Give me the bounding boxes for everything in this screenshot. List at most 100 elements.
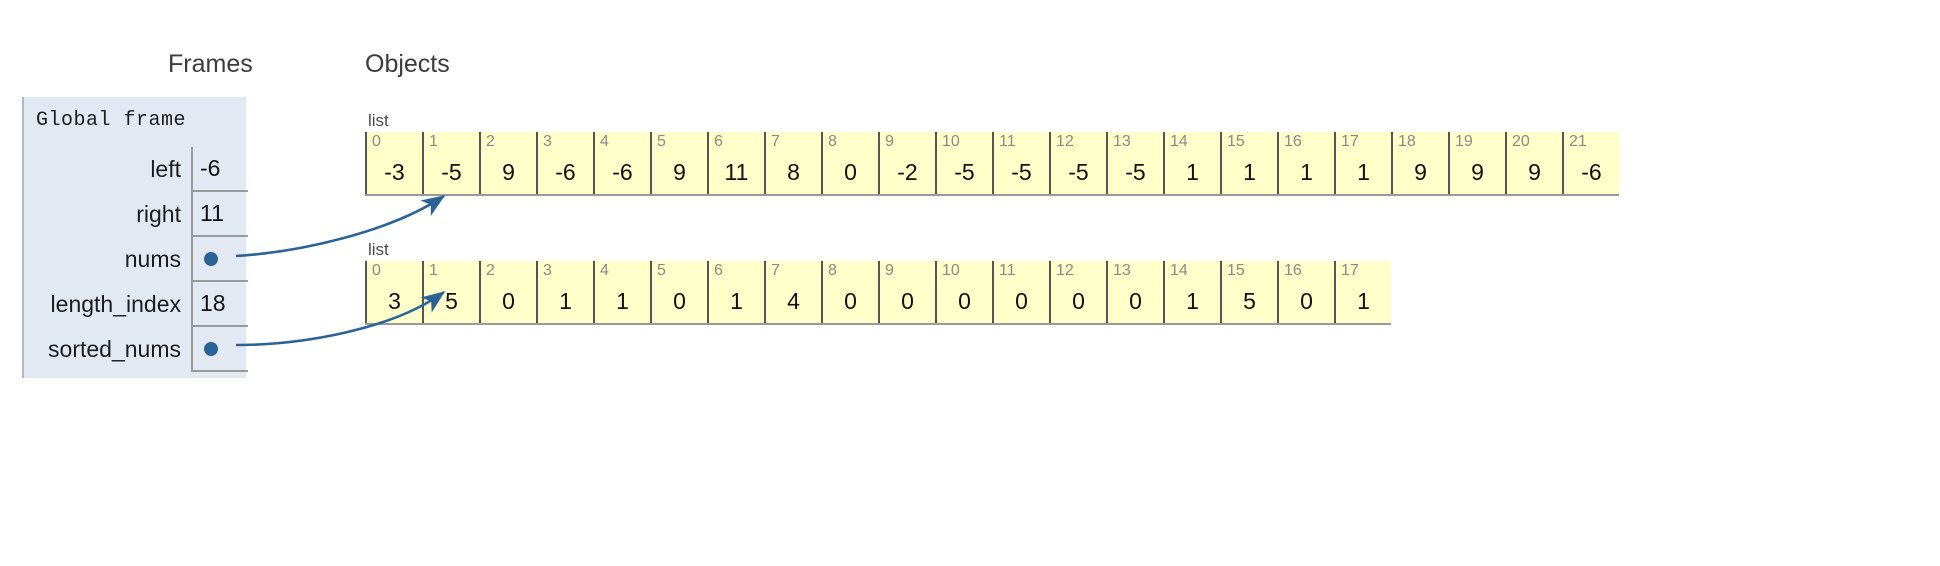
list-cell: 74 xyxy=(764,261,821,323)
list-cell-index: 9 xyxy=(885,133,894,150)
list-type-label: list xyxy=(368,240,389,259)
pointer-dot-icon xyxy=(204,341,218,356)
list-cell-value: -3 xyxy=(384,159,405,185)
list-cell-index: 17 xyxy=(1341,133,1359,150)
list-cell-index: 9 xyxy=(885,262,894,279)
list-cell-value: -5 xyxy=(1125,159,1146,185)
list-cell: 31 xyxy=(536,261,593,323)
list-cell-index: 21 xyxy=(1569,133,1587,150)
list-cell-value: 1 xyxy=(1357,159,1370,185)
list-cell-value: 1 xyxy=(1300,159,1313,185)
frame-title: Global frame xyxy=(36,109,187,132)
list-cell: 13 -5 xyxy=(1106,132,1163,194)
list-cell: 10 -5 xyxy=(935,132,992,194)
list-cell-index: 7 xyxy=(771,133,780,150)
list-cell: 78 xyxy=(764,132,821,194)
list-object: list 0 3 1 5 2 0 3 1 4 1 5 0 6 1 7 4 8 0 9 0 10 0 11 0 12 0 13 0 14 1 1… xyxy=(365,241,1391,325)
list-cell-index: 14 xyxy=(1170,262,1188,279)
list-cell-index: 2 xyxy=(486,133,495,150)
list-cell: 15 1 xyxy=(1220,132,1277,194)
list-object: list 0 -3 1 -5 2 9 3 -6 4 -6 5 9 6 11 7 8 8 0 9 -2 10 -5 11 -5 12… xyxy=(365,112,1619,196)
list-type-label: list xyxy=(368,111,389,130)
list-cell-value: 0 xyxy=(1015,288,1028,314)
list-cell-value: -5 xyxy=(1068,159,1089,185)
list-cell-value: 11 xyxy=(724,159,749,185)
frame-variable-row: length_index 18 xyxy=(24,282,248,327)
variable-name: right xyxy=(136,201,181,227)
variable-name: length_index xyxy=(50,291,181,317)
list-cell-row: 0 -3 1 -5 2 9 3 -6 4 -6 5 9 6 11 7 8 8 0 9 -2 10 -5 11 -5 12 -5 13… xyxy=(365,132,1619,196)
list-cell-value: 9 xyxy=(1471,159,1484,185)
list-cell-index: 17 xyxy=(1341,262,1359,279)
list-cell: 15 5 xyxy=(1220,261,1277,323)
frame-variable-row: nums xyxy=(24,237,248,282)
list-cell-index: 18 xyxy=(1398,133,1416,150)
list-cell: 90 xyxy=(878,261,935,323)
list-cell: 12 -5 xyxy=(1049,132,1106,194)
list-cell-value: 1 xyxy=(1186,159,1199,185)
list-cell-value: 0 xyxy=(502,288,515,314)
list-cell: 18 9 xyxy=(1391,132,1448,194)
list-cell: 0 -3 xyxy=(365,132,422,194)
list-cell: 14 1 xyxy=(1163,132,1220,194)
list-cell-index: 3 xyxy=(543,133,552,150)
list-cell-index: 13 xyxy=(1113,262,1131,279)
list-cell-index: 1 xyxy=(429,133,438,150)
variable-name: left xyxy=(150,156,181,182)
list-cell-value: 1 xyxy=(1357,288,1370,314)
list-cell-value: 4 xyxy=(787,288,800,314)
frame-variable-table: left -6 right 11 nums length_index 18 sorted_nu… xyxy=(24,147,248,372)
list-cell: 11 -5 xyxy=(992,132,1049,194)
list-cell: 19 9 xyxy=(1448,132,1505,194)
list-cell-index: 6 xyxy=(714,262,723,279)
list-cell-index: 0 xyxy=(372,262,381,279)
list-cell-value: -5 xyxy=(441,159,462,185)
list-cell-index: 8 xyxy=(828,133,837,150)
list-cell: 21 -6 xyxy=(1562,132,1619,194)
variable-name: nums xyxy=(124,246,181,272)
list-cell: 3 -6 xyxy=(536,132,593,194)
list-cell-index: 15 xyxy=(1227,262,1245,279)
list-cell-value: -6 xyxy=(1581,159,1602,185)
list-cell-index: 20 xyxy=(1512,133,1530,150)
list-cell: 13 0 xyxy=(1106,261,1163,323)
list-cell-value: 0 xyxy=(673,288,686,314)
list-cell-value: 1 xyxy=(616,288,629,314)
list-cell: 29 xyxy=(479,132,536,194)
list-cell: 80 xyxy=(821,132,878,194)
list-cell: 03 xyxy=(365,261,422,323)
list-cell: 16 1 xyxy=(1277,132,1334,194)
list-cell: 16 0 xyxy=(1277,261,1334,323)
list-cell-index: 0 xyxy=(372,133,381,150)
list-cell-index: 3 xyxy=(543,262,552,279)
variable-value: 11 xyxy=(200,200,224,226)
list-cell: 14 1 xyxy=(1163,261,1220,323)
list-cell-value: 5 xyxy=(1243,288,1256,314)
list-cell: 11 0 xyxy=(992,261,1049,323)
list-cell: 80 xyxy=(821,261,878,323)
list-cell: 20 9 xyxy=(1505,132,1562,194)
list-cell-value: 1 xyxy=(1186,288,1199,314)
frame-variable-row: sorted_nums xyxy=(24,327,248,372)
list-cell-index: 14 xyxy=(1170,133,1188,150)
frame-variable-row: right 11 xyxy=(24,192,248,237)
list-cell: 12 0 xyxy=(1049,261,1106,323)
list-cell: 17 1 xyxy=(1334,261,1391,323)
list-cell-value: -5 xyxy=(954,159,975,185)
list-cell: 4 -6 xyxy=(593,132,650,194)
list-cell-index: 11 xyxy=(999,262,1016,279)
list-cell-index: 10 xyxy=(942,133,960,150)
variable-value-box: 18 xyxy=(191,282,248,327)
list-cell: 50 xyxy=(650,261,707,323)
list-cell-index: 16 xyxy=(1284,133,1302,150)
list-cell-row: 0 3 1 5 2 0 3 1 4 1 5 0 6 1 7 4 8 0 9 0 10 0 11 0 12 0 13 0 14 1 15 5 16… xyxy=(365,261,1391,325)
list-cell-value: 9 xyxy=(1528,159,1541,185)
list-cell-index: 12 xyxy=(1056,133,1074,150)
list-cell: 6 11 xyxy=(707,132,764,194)
list-cell: 41 xyxy=(593,261,650,323)
list-cell-value: 8 xyxy=(787,159,800,185)
list-cell-value: 0 xyxy=(844,288,857,314)
list-cell-index: 2 xyxy=(486,262,495,279)
list-cell-value: -5 xyxy=(1011,159,1032,185)
list-cell-index: 7 xyxy=(771,262,780,279)
